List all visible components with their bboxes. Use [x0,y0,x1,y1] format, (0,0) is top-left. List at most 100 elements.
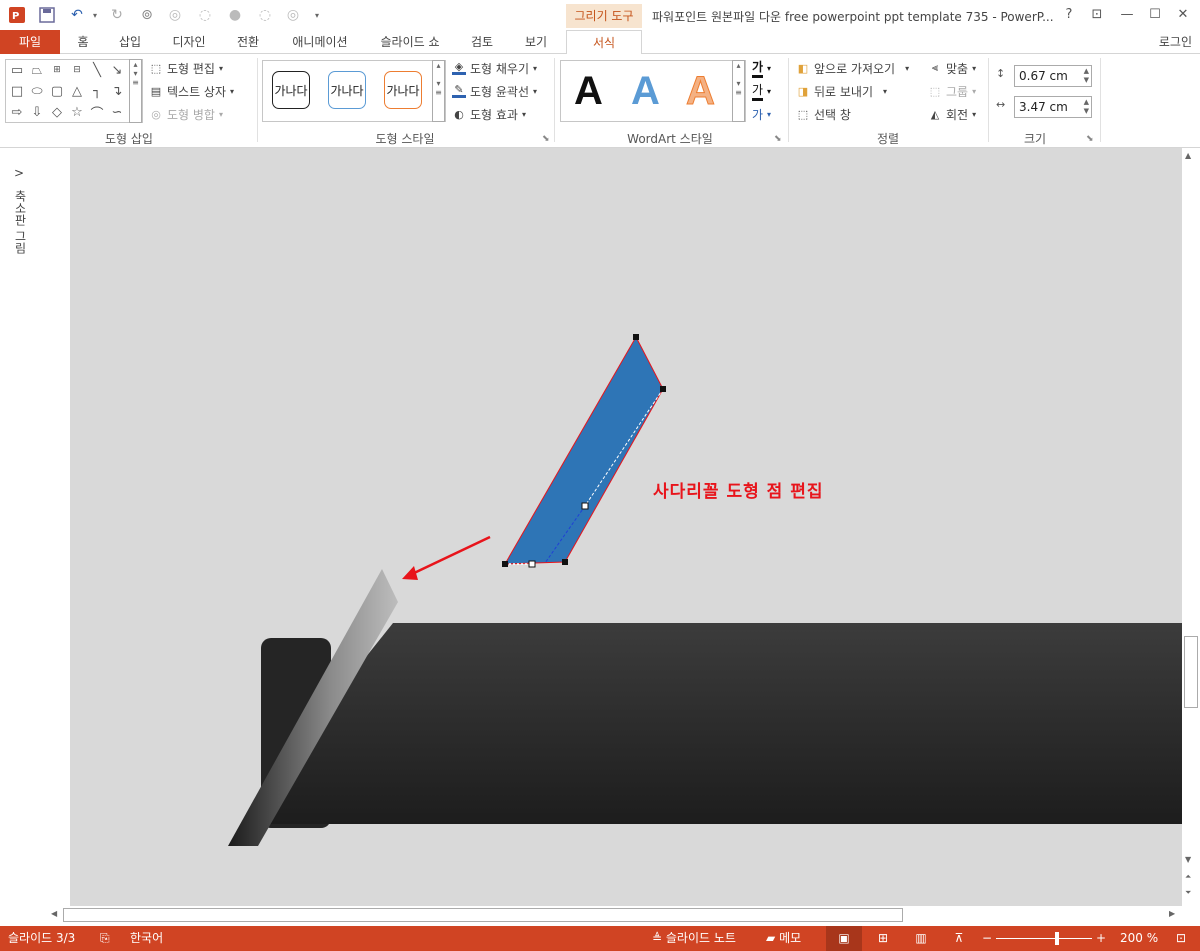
redo-icon[interactable]: ↻ [108,6,126,24]
language-indicator[interactable]: 한국어 [130,926,163,951]
reading-view-icon[interactable]: ▥ [910,926,932,951]
shape-style-black[interactable]: 가나다 [272,71,310,109]
zoom-level[interactable]: 200 % [1120,926,1158,951]
oval-shape-icon[interactable]: ⬭ [28,82,46,100]
zoom-slider-thumb[interactable] [1055,932,1059,945]
dark-tray-shape[interactable] [260,623,1182,824]
shape-icon-3[interactable]: ● [226,6,244,24]
shape-icon-1[interactable]: ◎ [166,6,184,24]
rounded-rect-shape-icon[interactable]: ▢ [48,82,66,100]
text-box-button[interactable]: ▤ 텍스트 상자 ▾ [149,81,234,101]
text-effects-button[interactable]: 가 ▾ [752,104,771,124]
edit-point-handle[interactable] [660,386,666,392]
undo-icon[interactable]: ↶ [68,6,86,24]
width-spinner-icon[interactable]: ▲ ▼ [1084,98,1089,116]
tab-home[interactable]: 홈 [68,30,98,54]
rectangle-2-shape-icon[interactable]: □ [8,82,26,100]
tab-transitions[interactable]: 전환 [228,30,268,54]
tab-format[interactable]: 서식 [566,30,642,55]
slide-sorter-icon[interactable]: ⊞ [872,926,894,951]
tab-file[interactable]: 파일 [0,30,60,54]
scroll-right-icon[interactable]: ▶ [1169,909,1175,918]
text-fill-button[interactable]: 가 ▾ [752,58,771,78]
shape-effects-button[interactable]: ◐ 도형 효과 ▾ [452,104,526,124]
close-icon[interactable]: ✕ [1170,4,1196,26]
wordart-style-orange[interactable]: A [686,69,716,114]
text-outline-button[interactable]: 가 ▾ [752,81,771,101]
bezier-control-handle[interactable] [528,560,536,568]
shape-style-blue[interactable]: 가나다 [328,71,366,109]
shape-icon-2[interactable]: ◌ [196,6,214,24]
tab-review[interactable]: 검토 [462,30,502,54]
tab-design[interactable]: 디자인 [164,30,214,54]
shape-width-input[interactable]: 3.47 cm ▲ ▼ [1014,96,1092,118]
vertical-textbox-shape-icon[interactable]: ⊟ [68,61,86,79]
ribbon-display-options-icon[interactable]: ⊡ [1084,4,1110,26]
size-launcher-icon[interactable]: ⬊ [1086,134,1094,144]
down-arrow-shape-icon[interactable]: ⇩ [28,103,46,121]
elbow-connector-shape-icon[interactable]: ┐ [88,82,106,100]
wordart-style-blue[interactable]: A [631,69,660,114]
next-slide-icon[interactable]: ⏷ [1185,888,1191,898]
save-icon[interactable] [38,6,56,24]
powerpoint-logo-icon[interactable]: P [8,6,26,24]
bezier-control-handle[interactable] [581,502,589,510]
scroll-down-icon[interactable]: ▼ [1185,855,1191,864]
selection-pane-button[interactable]: ⬚ 선택 창 [796,104,851,124]
scroll-up-icon[interactable]: ▲ [1185,151,1191,160]
slideshow-view-icon[interactable]: ⊼ [948,926,970,951]
vertical-scroll-thumb[interactable] [1184,636,1198,708]
tab-slideshow[interactable]: 슬라이드 쇼 [372,30,448,54]
arc-shape-icon[interactable]: ⌒ [88,103,106,122]
minimize-icon[interactable]: — [1114,4,1140,26]
scroll-left-icon[interactable]: ◀ [51,909,57,918]
horizontal-scrollbar[interactable]: ◀ ▶ [45,906,1182,926]
shape-outline-button[interactable]: ✎ 도형 윤곽선 ▾ [452,81,537,101]
line-shape-icon[interactable]: ╲ [88,61,106,79]
freeform-shape-icon[interactable]: ◇ [48,103,66,121]
tab-view[interactable]: 보기 [516,30,556,54]
group-button[interactable]: ⬚ 그룹 ▾ [928,81,976,101]
shape-icon-5[interactable]: ◎ [284,6,302,24]
spell-check-icon[interactable]: ⎘ [100,926,110,951]
vertical-scrollbar[interactable]: ▲ ▼ ⏶ ⏷ [1182,148,1200,906]
fit-to-window-icon[interactable]: ⊡ [1176,926,1186,951]
shape-fill-button[interactable]: ◈ 도형 채우기 ▾ [452,58,537,78]
height-spinner-icon[interactable]: ▲ ▼ [1084,67,1089,85]
curve-shape-icon[interactable]: ∽ [108,103,126,121]
zoom-slider-track[interactable] [996,938,1092,939]
notes-button[interactable]: ≜ 슬라이드 노트 [652,926,736,951]
trapezoid-shape-icon[interactable]: ⏢ [28,61,46,79]
customize-qat-icon[interactable]: ▾ [308,6,326,24]
undo-dropdown-icon[interactable]: ▾ [86,6,104,24]
normal-view-icon[interactable]: ▣ [826,926,862,951]
right-arrow-shape-icon[interactable]: ⇨ [8,103,26,121]
shape-styles-launcher-icon[interactable]: ⬊ [542,134,550,144]
wordart-style-black[interactable]: A [574,69,603,114]
tab-animations[interactable]: 애니메이션 [282,30,358,54]
shapes-gallery-scroll[interactable]: ▴ ▾ ≡ [129,59,142,123]
maximize-icon[interactable]: ☐ [1142,4,1168,26]
elbow-arrow-shape-icon[interactable]: ↴ [108,82,126,100]
bring-forward-button[interactable]: ◧ 앞으로 가져오기 ▾ [796,58,909,78]
rectangle-shape-icon[interactable]: ▭ [8,61,26,79]
arrow-line-shape-icon[interactable]: ↘ [108,61,126,79]
shape-icon-4[interactable]: ◌ [256,6,274,24]
start-from-beginning-icon[interactable]: ⊚ [138,6,156,24]
textbox-shape-icon[interactable]: ⊞ [48,61,66,79]
shape-style-orange[interactable]: 가나다 [384,71,422,109]
star-shape-icon[interactable]: ☆ [68,103,86,121]
selected-trapezoid-shape[interactable] [504,335,664,565]
shape-styles-scroll[interactable]: ▴ ▾ ≡ [432,60,445,122]
rotate-button[interactable]: ◭ 회전 ▾ [928,104,976,124]
edit-shape-button[interactable]: ⬚ 도형 편집 ▾ [149,58,223,78]
horizontal-scroll-thumb[interactable] [63,908,903,922]
login-link[interactable]: 로그인 [1159,30,1192,54]
expand-thumbnails-button[interactable]: > [14,166,24,180]
edit-point-handle[interactable] [562,559,568,565]
help-button[interactable]: ? [1056,4,1082,26]
wordart-launcher-icon[interactable]: ⬊ [774,134,782,144]
edit-point-handle[interactable] [633,334,639,340]
align-button[interactable]: ⫷ 맞춤 ▾ [928,58,976,78]
triangle-shape-icon[interactable]: △ [68,82,86,100]
